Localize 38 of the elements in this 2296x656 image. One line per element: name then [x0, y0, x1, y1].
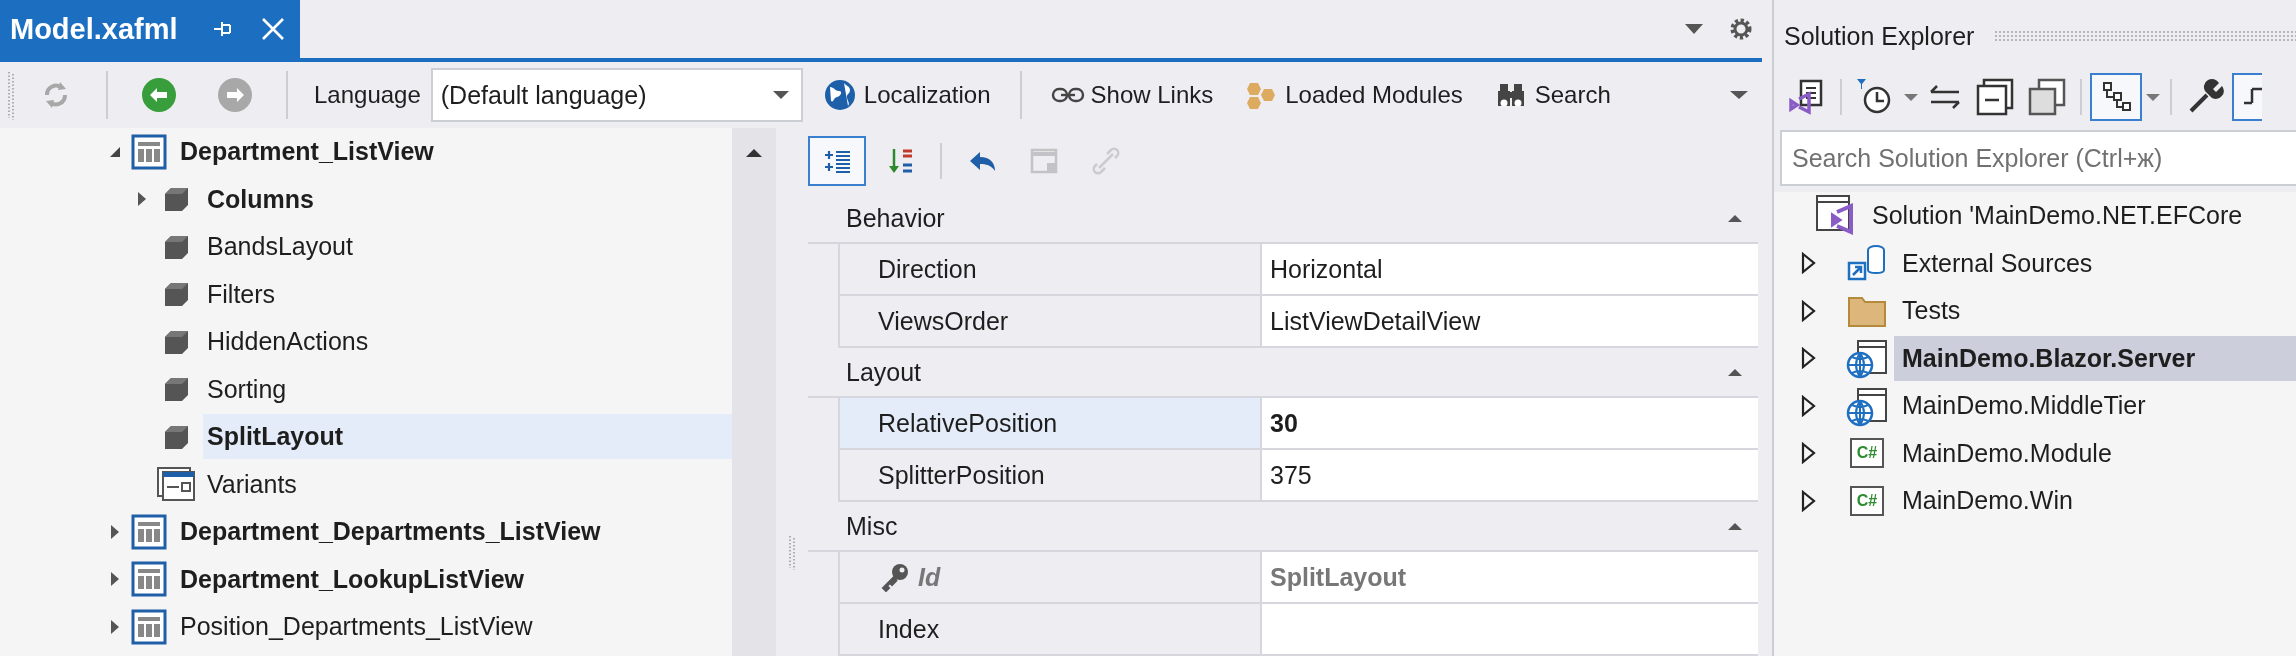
tree-item[interactable]: Position_Departments_ListView — [176, 604, 732, 650]
property-value[interactable]: SplitLayout — [1262, 552, 1758, 602]
property-value[interactable]: 375 — [1262, 450, 1758, 500]
toolbar-button[interactable]: Show Links — [1039, 74, 1225, 116]
property-value[interactable]: 30 — [1262, 398, 1758, 448]
tree-item[interactable]: Department_ListView — [176, 129, 732, 175]
language-label: Language — [314, 81, 421, 109]
search-field[interactable]: Search Solution Explorer (Ctrl+ж) — [1780, 130, 2296, 186]
tree-item[interactable]: Sorting — [203, 366, 732, 412]
csharp-file-icon: C# — [1850, 485, 1884, 516]
tree-item[interactable]: MainDemo.Win — [1894, 478, 2296, 524]
property-name[interactable]: RelativePosition — [840, 398, 1262, 448]
tree-item[interactable]: External Sources — [1894, 240, 2296, 286]
search-button[interactable]: Search — [1483, 74, 1622, 116]
document-tab[interactable]: Model.xafml — [0, 0, 300, 58]
category-header[interactable]: Layout — [846, 357, 922, 387]
tree-item[interactable]: Variants — [203, 461, 732, 507]
tree-item[interactable]: SplitLayout — [203, 414, 732, 460]
toolbar-button[interactable]: Localization — [812, 74, 1002, 116]
tree-item[interactable]: Department_LookupListView — [176, 556, 732, 602]
tree-item[interactable]: Solution 'MainDemo.NET.EFCore — [1864, 193, 2296, 239]
category-header[interactable]: Misc — [846, 511, 898, 541]
tree-item[interactable]: Department_Departments_ListView — [176, 509, 732, 555]
csharp-file-icon: C# — [1850, 438, 1884, 469]
property-value[interactable]: Horizontal — [1262, 244, 1758, 294]
tree-item[interactable]: MainDemo.Module — [1894, 430, 2296, 476]
tree-item[interactable]: Tests — [1894, 288, 2296, 334]
toolbar-button[interactable]: Loaded Modules — [1234, 74, 1474, 116]
property-value[interactable]: ListViewDetailView — [1262, 296, 1758, 346]
tree-item[interactable]: Filters — [203, 271, 732, 317]
tree-item[interactable]: MainDemo.MiddleTier — [1894, 383, 2296, 429]
language-dropdown[interactable]: (Default language) — [430, 68, 803, 122]
tree-item[interactable]: MainDemo.Blazor.Server — [1894, 335, 2296, 381]
category-header[interactable]: Behavior — [846, 203, 945, 233]
panel-title: Solution Explorer — [1784, 21, 1975, 51]
tree-item[interactable]: BandsLayout — [203, 224, 732, 270]
tree-item[interactable]: HiddenActions — [203, 319, 732, 365]
tree-item[interactable]: Columns — [203, 176, 732, 222]
